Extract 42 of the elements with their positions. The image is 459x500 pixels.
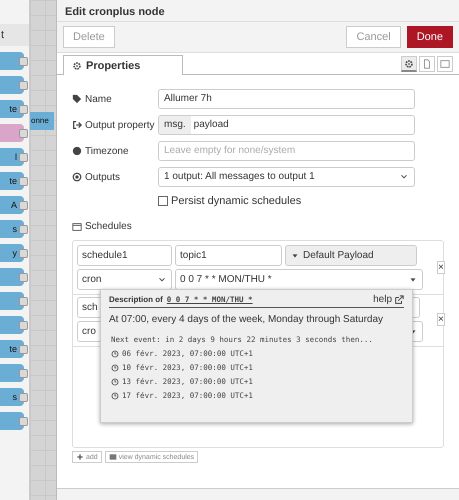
help-link[interactable]: help: [373, 294, 404, 305]
tab-icon-button[interactable]: [401, 56, 417, 72]
gear-icon: [72, 60, 82, 70]
tray-title: Edit cronplus node: [57, 0, 459, 22]
sign-out-icon: [72, 120, 82, 130]
schedule-name-field[interactable]: schedule1: [77, 245, 172, 266]
document-icon: [422, 59, 432, 69]
type-select[interactable]: cron: [77, 269, 172, 290]
remove-button[interactable]: ×: [437, 313, 445, 326]
plus-icon: [76, 453, 84, 461]
field-label: Output property: [72, 120, 158, 130]
checkbox-label: Persist dynamic schedules: [171, 195, 302, 207]
external-link-icon: [394, 294, 404, 304]
outputs-select[interactable]: 1 output: All messages to output 1: [158, 167, 415, 187]
gear-icon: [404, 58, 414, 68]
frame-icon: [440, 59, 450, 69]
tag-icon: [72, 94, 82, 104]
field-label: Outputs: [72, 172, 158, 182]
section-label: Schedules: [72, 221, 158, 232]
clock-icon: [111, 364, 119, 372]
remove-button[interactable]: ×: [437, 261, 445, 274]
topic-field[interactable]: topic1: [175, 245, 282, 266]
list-icon: [108, 453, 117, 461]
radio-icon: [72, 172, 82, 182]
globe-icon: [72, 146, 82, 156]
clock-icon: [111, 350, 119, 358]
flow-node[interactable]: onne: [30, 112, 54, 130]
clock-icon: [111, 378, 119, 386]
clock-icon: [111, 392, 119, 400]
done-button[interactable]: Done: [406, 26, 453, 48]
description-text: At 07:00, every 4 days of the week, Monday through Saturday: [109, 314, 384, 325]
field-label: Name: [72, 94, 158, 104]
field-label: Timezone: [72, 146, 158, 156]
payload-select[interactable]: Default Payload: [285, 245, 417, 266]
table-icon: [72, 222, 82, 232]
palette-header: t: [0, 24, 29, 46]
input-field[interactable]: Allumer 7h: [158, 89, 415, 109]
expression-field[interactable]: 0 0 7 * * MON/THU *: [175, 269, 423, 290]
tab-icon-button[interactable]: [437, 56, 453, 72]
properties-tab[interactable]: Properties: [63, 55, 183, 75]
checkbox[interactable]: [158, 196, 168, 206]
typed-input-field[interactable]: msg. payload: [158, 115, 415, 135]
